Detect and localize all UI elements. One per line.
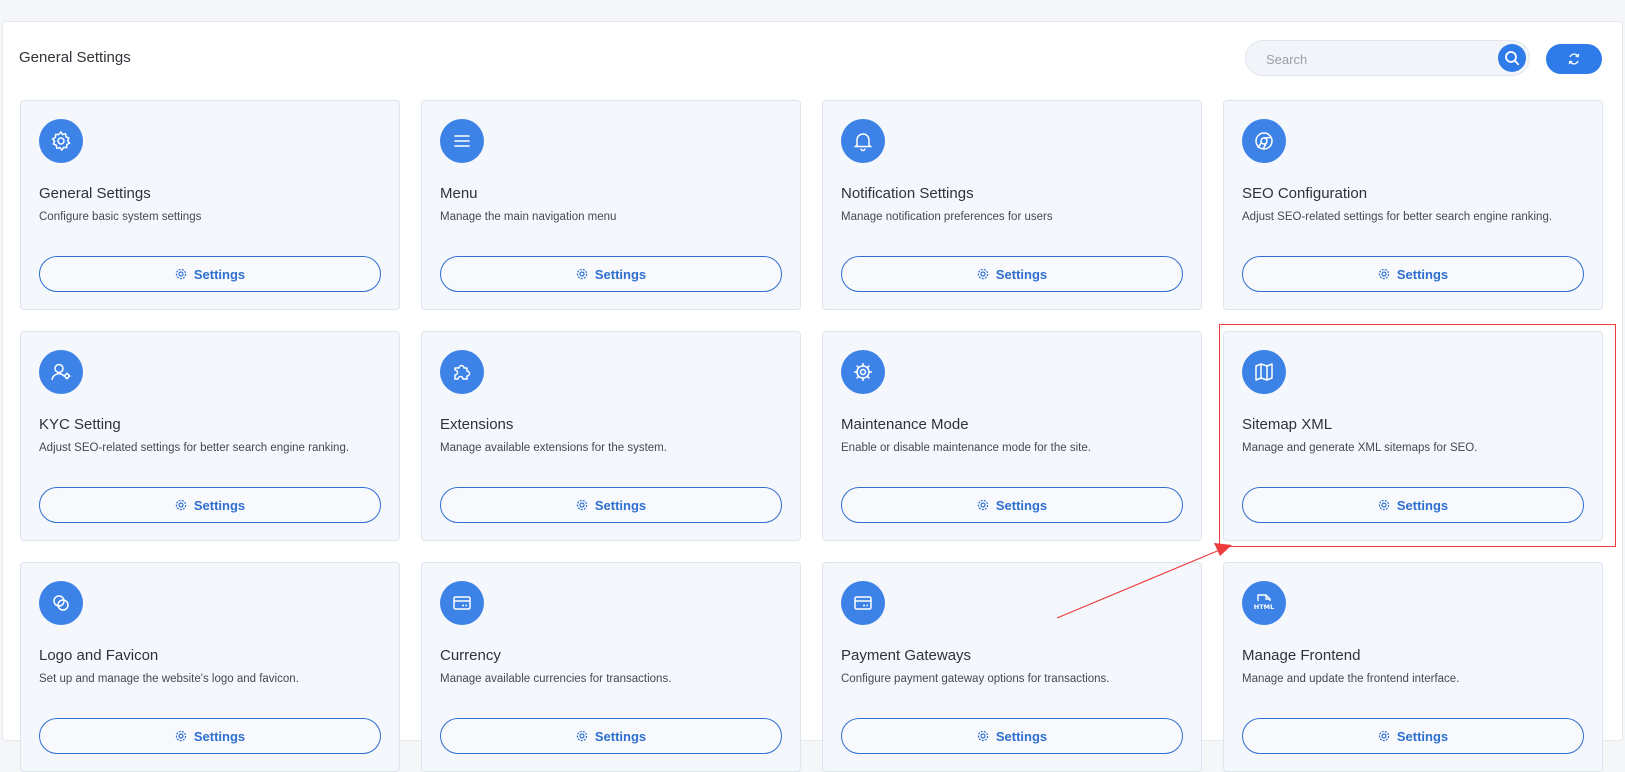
settings-button[interactable]: Settings <box>39 487 381 523</box>
map-icon <box>1242 350 1286 394</box>
settings-gear-icon <box>977 730 989 742</box>
refresh-icon <box>1568 53 1580 65</box>
card-description: Manage notification preferences for user… <box>841 211 1053 223</box>
card-title: Payment Gateways <box>841 647 972 664</box>
settings-gear-icon <box>576 499 588 511</box>
gear-icon <box>39 119 83 163</box>
search-button[interactable] <box>1498 44 1526 72</box>
page-title: General Settings <box>19 49 131 66</box>
card-title: Menu <box>440 185 478 202</box>
settings-button-label: Settings <box>995 266 1048 282</box>
settings-gear-icon <box>175 268 187 280</box>
settings-button-label: Settings <box>995 497 1048 513</box>
card-icon <box>440 581 484 625</box>
menu-icon <box>440 119 484 163</box>
svg-text:HTML: HTML <box>1254 603 1274 611</box>
card-notification-settings: Notification Settings Manage notificatio… <box>822 100 1202 310</box>
card-description: Adjust SEO-related settings for better s… <box>39 442 350 454</box>
card-menu: Menu Manage the main navigation menu Set… <box>421 100 801 310</box>
card-icon <box>841 581 885 625</box>
settings-gear-icon <box>576 268 588 280</box>
settings-button[interactable]: Settings <box>1242 256 1584 292</box>
search-box[interactable] <box>1245 40 1530 76</box>
settings-gear-icon <box>576 730 588 742</box>
search-input[interactable] <box>1264 49 1498 69</box>
search-icon <box>1505 51 1520 66</box>
card-maintenance-mode: Maintenance Mode Enable or disable maint… <box>822 331 1202 541</box>
settings-button[interactable]: Settings <box>841 718 1183 754</box>
card-title: Currency <box>440 647 501 664</box>
settings-button-label: Settings <box>1396 497 1449 513</box>
settings-button-label: Settings <box>1396 266 1449 282</box>
cog-icon <box>841 350 885 394</box>
card-extensions: Extensions Manage available extensions f… <box>421 331 801 541</box>
circles-icon <box>39 581 83 625</box>
card-title: Logo and Favicon <box>39 647 159 664</box>
card-title: Notification Settings <box>841 185 974 202</box>
card-title: Sitemap XML <box>1242 416 1333 433</box>
settings-button-label: Settings <box>594 266 647 282</box>
card-general-settings: General Settings Configure basic system … <box>20 100 400 310</box>
card-logo-and-favicon: Logo and Favicon Set up and manage the w… <box>20 562 400 772</box>
settings-gear-icon <box>1378 268 1390 280</box>
settings-button-label: Settings <box>594 728 647 744</box>
card-description: Manage and generate XML sitemaps for SEO… <box>1242 442 1478 454</box>
settings-button[interactable]: Settings <box>440 256 782 292</box>
settings-button[interactable]: Settings <box>440 718 782 754</box>
card-manage-frontend: HTML Manage Frontend Manage and update t… <box>1223 562 1603 772</box>
card-description: Enable or disable maintenance mode for t… <box>841 442 1091 454</box>
card-description: Manage and update the frontend interface… <box>1242 673 1460 685</box>
card-sitemap-xml: Sitemap XML Manage and generate XML site… <box>1223 331 1603 541</box>
settings-button-label: Settings <box>995 728 1048 744</box>
settings-button-label: Settings <box>193 266 246 282</box>
card-title: Maintenance Mode <box>841 416 969 433</box>
card-title: SEO Configuration <box>1242 185 1368 202</box>
card-title: General Settings <box>39 185 151 202</box>
card-description: Manage available currencies for transact… <box>440 673 672 685</box>
settings-gear-icon <box>175 499 187 511</box>
settings-button-label: Settings <box>594 497 647 513</box>
card-title: Extensions <box>440 416 514 433</box>
user-gear-icon <box>39 350 83 394</box>
card-description: Configure payment gateway options for tr… <box>841 673 1110 685</box>
card-description: Adjust SEO-related settings for better s… <box>1242 211 1553 223</box>
card-description: Set up and manage the website's logo and… <box>39 673 299 685</box>
settings-button-label: Settings <box>193 728 246 744</box>
card-currency: Currency Manage available currencies for… <box>421 562 801 772</box>
settings-button[interactable]: Settings <box>440 487 782 523</box>
card-kyc-setting: KYC Setting Adjust SEO-related settings … <box>20 331 400 541</box>
card-title: KYC Setting <box>39 416 121 433</box>
card-payment-gateways: Payment Gateways Configure payment gatew… <box>822 562 1202 772</box>
card-seo-configuration: SEO Configuration Adjust SEO-related set… <box>1223 100 1603 310</box>
html-file-icon: HTML <box>1242 581 1286 625</box>
settings-button-label: Settings <box>1396 728 1449 744</box>
settings-gear-icon <box>977 268 989 280</box>
settings-gear-icon <box>1378 499 1390 511</box>
settings-button-label: Settings <box>193 497 246 513</box>
settings-button[interactable]: Settings <box>1242 718 1584 754</box>
settings-gear-icon <box>977 499 989 511</box>
refresh-button[interactable] <box>1546 44 1602 74</box>
card-title: Manage Frontend <box>1242 647 1361 664</box>
card-description: Manage the main navigation menu <box>440 211 617 223</box>
card-description: Configure basic system settings <box>39 211 202 223</box>
settings-button[interactable]: Settings <box>39 718 381 754</box>
settings-button[interactable]: Settings <box>841 487 1183 523</box>
settings-button[interactable]: Settings <box>1242 487 1584 523</box>
puzzle-icon <box>440 350 484 394</box>
bell-icon <box>841 119 885 163</box>
settings-gear-icon <box>1378 730 1390 742</box>
settings-button[interactable]: Settings <box>841 256 1183 292</box>
chrome-icon <box>1242 119 1286 163</box>
card-description: Manage available extensions for the syst… <box>440 442 667 454</box>
settings-button[interactable]: Settings <box>39 256 381 292</box>
settings-gear-icon <box>175 730 187 742</box>
